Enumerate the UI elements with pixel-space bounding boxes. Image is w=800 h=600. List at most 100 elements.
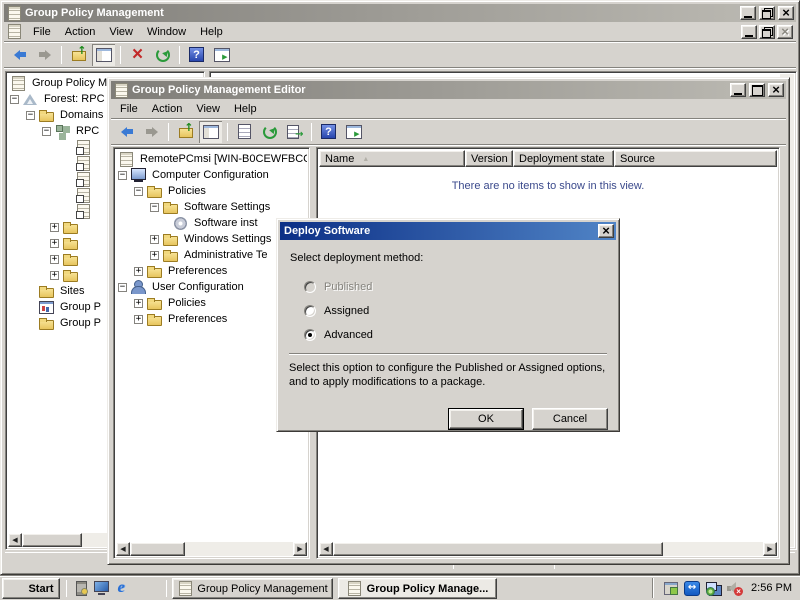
show-action-pane-icon[interactable] <box>346 124 362 140</box>
tree-item-icon <box>162 231 178 247</box>
display-status-icon[interactable] <box>663 580 679 596</box>
dialog-title-bar[interactable]: Deploy Software <box>280 222 616 240</box>
tree-row[interactable]: − Policies <box>116 183 307 199</box>
column-header[interactable]: Deployment state <box>513 150 614 167</box>
menu-item[interactable]: File <box>113 100 145 118</box>
menu-item[interactable]: Window <box>140 23 193 41</box>
taskbar-window-button[interactable]: Group Policy Manage... <box>338 578 497 599</box>
scroll-thumb[interactable] <box>22 533 82 547</box>
tree-item-label: Group P <box>58 316 103 330</box>
menu-item[interactable]: Action <box>145 100 190 118</box>
tree-expander[interactable]: − <box>134 187 143 196</box>
menu-item[interactable]: Help <box>227 100 264 118</box>
tree-expander[interactable]: − <box>10 95 19 104</box>
menu-item[interactable]: View <box>102 23 140 41</box>
radio-option[interactable]: Assigned <box>304 303 373 319</box>
network-status-icon[interactable] <box>705 580 721 596</box>
main-title-bar[interactable]: Group Policy Management <box>4 4 796 22</box>
properties-icon[interactable] <box>237 124 253 140</box>
tree-expander[interactable]: − <box>150 203 159 212</box>
internet-explorer-icon[interactable] <box>113 580 129 596</box>
tree-expander[interactable]: + <box>150 251 159 260</box>
mdi-child-system-icon[interactable] <box>6 24 22 40</box>
taskbar-clock[interactable]: 2:56 PM <box>751 582 792 594</box>
menu-item[interactable]: File <box>26 23 58 41</box>
radio-button-icon[interactable] <box>304 305 316 317</box>
tree-item-icon <box>75 187 91 203</box>
gpmc-app-icon <box>6 5 22 21</box>
refresh-icon[interactable] <box>262 124 278 140</box>
tree-expander[interactable]: + <box>50 223 59 232</box>
scroll-right-icon[interactable]: ▶ <box>293 542 307 556</box>
scroll-right-icon[interactable]: ▶ <box>763 542 777 556</box>
scroll-left-icon[interactable]: ◀ <box>8 533 22 547</box>
dialog-description: Select this option to configure the Publ… <box>289 361 613 389</box>
menu-item[interactable]: Action <box>58 23 103 41</box>
tree-item-icon <box>75 155 91 171</box>
radio-option[interactable]: Published <box>304 279 373 295</box>
show-console-tree-icon[interactable] <box>203 124 219 140</box>
mdi-minimize-button[interactable] <box>741 25 757 39</box>
scroll-left-icon[interactable]: ◀ <box>319 542 333 556</box>
delete-icon[interactable] <box>130 47 146 63</box>
tree-expander[interactable]: − <box>42 127 51 136</box>
column-header[interactable]: Name <box>319 150 465 167</box>
tree-expander[interactable]: − <box>118 171 127 180</box>
minimize-button[interactable] <box>740 6 756 20</box>
editor-tree-hscrollbar[interactable]: ◀ ▶ <box>116 542 307 556</box>
help-icon[interactable] <box>321 124 336 139</box>
tree-expander[interactable]: + <box>134 267 143 276</box>
ok-button[interactable]: OK <box>448 408 524 430</box>
menu-item[interactable]: Help <box>193 23 230 41</box>
gpme-app-icon <box>113 82 129 98</box>
tree-row[interactable]: RemotePCmsi [WIN-B0CEWFBCCU <box>116 151 307 167</box>
refresh-icon[interactable] <box>155 47 171 63</box>
forward-icon[interactable] <box>140 121 163 143</box>
mdi-restore-button[interactable] <box>759 25 775 39</box>
radio-button-icon[interactable] <box>304 329 316 341</box>
scroll-thumb[interactable] <box>333 542 663 556</box>
help-icon[interactable] <box>189 47 204 62</box>
tree-expander[interactable]: − <box>26 111 35 120</box>
cancel-button[interactable]: Cancel <box>532 408 608 430</box>
radio-option[interactable]: Advanced <box>304 327 373 343</box>
show-console-tree-icon[interactable] <box>96 47 112 63</box>
up-one-level-icon[interactable] <box>71 47 87 63</box>
server-manager-icon[interactable] <box>73 580 89 596</box>
volume-muted-icon[interactable]: × <box>726 580 742 596</box>
menu-item[interactable]: View <box>189 100 227 118</box>
column-header[interactable]: Source <box>614 150 777 167</box>
dialog-close-icon[interactable] <box>598 224 614 238</box>
tree-expander[interactable]: + <box>134 315 143 324</box>
column-header[interactable]: Version <box>465 150 513 167</box>
tree-expander[interactable]: + <box>150 235 159 244</box>
restore-button[interactable] <box>759 6 775 20</box>
tree-row[interactable]: − Software Settings <box>116 199 307 215</box>
editor-list-hscrollbar[interactable]: ◀ ▶ <box>319 542 777 556</box>
editor-maximize-button[interactable] <box>749 83 765 97</box>
tree-expander[interactable]: − <box>118 283 127 292</box>
tree-expander[interactable]: + <box>50 239 59 248</box>
export-list-icon[interactable] <box>287 124 303 140</box>
editor-title-bar[interactable]: Group Policy Management Editor <box>111 81 786 99</box>
tree-item-label: Forest: RPC <box>42 92 107 106</box>
tree-expander[interactable]: + <box>134 299 143 308</box>
editor-close-button[interactable] <box>768 83 784 97</box>
up-one-level-icon[interactable] <box>178 124 194 140</box>
close-button[interactable] <box>778 6 794 20</box>
taskbar-window-button[interactable]: Group Policy Management <box>172 578 333 599</box>
show-action-pane-icon[interactable] <box>214 47 230 63</box>
tree-expander[interactable]: + <box>50 255 59 264</box>
teamviewer-icon[interactable] <box>684 581 700 596</box>
start-button[interactable]: Start <box>2 578 60 599</box>
radio-button-icon[interactable] <box>304 281 316 293</box>
scroll-left-icon[interactable]: ◀ <box>116 542 130 556</box>
scroll-thumb[interactable] <box>130 542 185 556</box>
tree-row[interactable]: − Computer Configuration <box>116 167 307 183</box>
editor-minimize-button[interactable] <box>730 83 746 97</box>
show-desktop-icon[interactable] <box>93 580 109 596</box>
back-icon[interactable] <box>8 44 31 66</box>
back-icon[interactable] <box>115 121 138 143</box>
forward-icon[interactable] <box>33 44 56 66</box>
tree-expander[interactable]: + <box>50 271 59 280</box>
